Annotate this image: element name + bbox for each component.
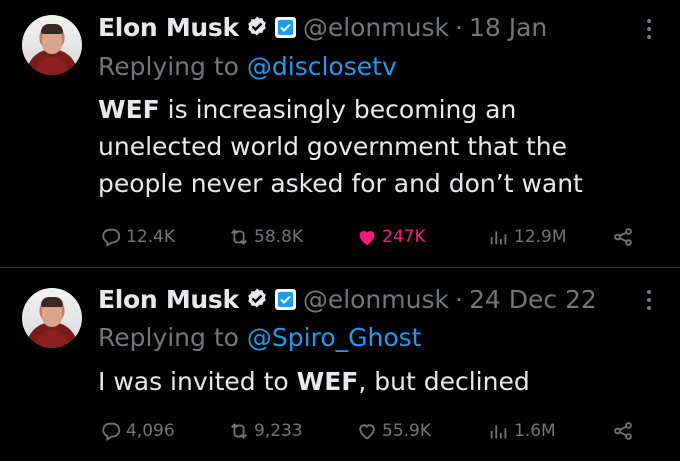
repost-button[interactable]: 9,233 [228,416,303,446]
view-count: 1.6M [514,421,556,441]
mention-link[interactable]: @disclosetv [247,52,397,81]
tweet-text: I was invited to WEF, but declined [98,363,658,400]
share-icon [614,422,632,440]
tweet-divider [0,267,680,268]
bold-text: WEF [296,367,359,396]
affiliate-x-icon[interactable] [274,288,296,310]
like-count: 55.9K [382,421,431,441]
tweet-header: Elon Musk @elonmusk · 24 Dec 22 [98,282,597,316]
replying-prefix: Replying to [98,52,239,81]
body-line-3: people never asked for and don’t want [98,169,583,198]
mention-link[interactable]: @Spiro_Ghost [247,323,422,352]
replying-to: Replying to @Spiro_Ghost [98,323,421,352]
verified-badge-icon[interactable] [245,15,269,39]
reply-count: 12.4K [126,227,175,247]
more-icon[interactable] [644,287,654,315]
replying-prefix: Replying to [98,323,239,352]
share-button[interactable] [612,416,638,446]
tweet[interactable]: Elon Musk @elonmusk · 24 Dec 22 Replying… [0,269,680,461]
tweet-header: Elon Musk @elonmusk · 18 Jan [98,10,547,44]
more-icon[interactable] [644,16,654,44]
share-icon [614,228,632,246]
separator: · [454,12,463,42]
body-text-pre: I was invited to [98,367,297,396]
like-count: 247K [382,227,426,247]
repost-count: 9,233 [254,421,303,441]
like-icon [359,424,375,440]
reply-icon [102,422,121,441]
repost-icon [231,229,247,245]
replying-to: Replying to @disclosetv [98,52,397,81]
like-button[interactable]: 247K [356,222,426,252]
views-button[interactable]: 1.6M [488,416,556,446]
repost-icon [231,423,247,439]
reply-button[interactable]: 4,096 [100,416,175,446]
action-bar: 4,096 9,233 55.9K 1.6M [100,416,660,446]
body-line-1: is increasingly becoming an [159,95,517,124]
bold-text: WEF [98,95,160,124]
affiliate-x-icon[interactable] [274,16,296,38]
views-icon [490,425,507,439]
repost-button[interactable]: 58.8K [228,222,303,252]
separator: · [454,284,463,314]
author-handle[interactable]: @elonmusk [303,13,449,42]
body-line-2: unelected world government that the [98,132,568,161]
author-name[interactable]: Elon Musk [98,285,239,314]
tweet-date[interactable]: 24 Dec 22 [469,285,597,314]
like-icon [359,231,375,246]
tweet[interactable]: Elon Musk @elonmusk · 18 Jan Replying to… [0,0,680,268]
reply-icon [102,228,121,247]
views-button[interactable]: 12.9M [488,222,567,252]
tweet-date[interactable]: 18 Jan [469,13,547,42]
views-icon [490,231,507,245]
like-button[interactable]: 55.9K [356,416,431,446]
tweet-text: WEF is increasingly becoming an unelecte… [98,91,658,202]
avatar[interactable] [22,288,82,348]
reply-button[interactable]: 12.4K [100,222,175,252]
view-count: 12.9M [514,227,567,247]
author-name[interactable]: Elon Musk [98,13,239,42]
verified-badge-icon[interactable] [245,287,269,311]
action-bar: 12.4K 58.8K 247K 12.9M [100,222,660,252]
author-handle[interactable]: @elonmusk [303,285,449,314]
share-button[interactable] [612,222,638,252]
body-text-post: , but declined [358,367,530,396]
reply-count: 4,096 [126,421,175,441]
avatar[interactable] [22,15,82,75]
repost-count: 58.8K [254,227,303,247]
